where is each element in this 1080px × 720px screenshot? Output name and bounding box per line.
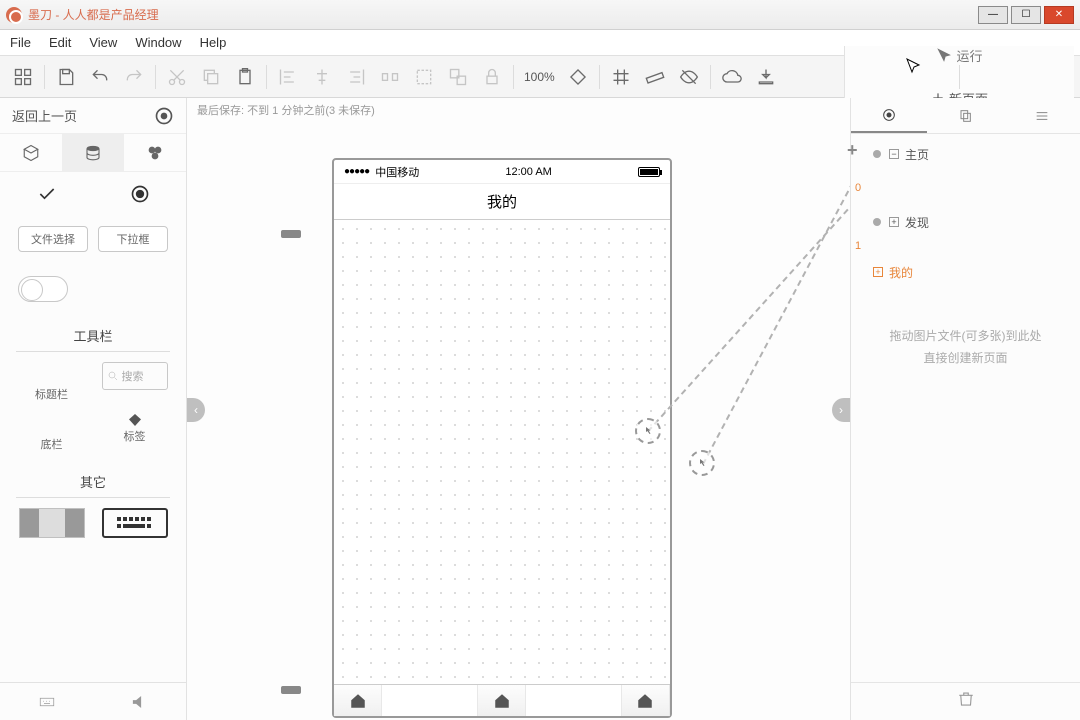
phone-navbar[interactable]: 我的 (334, 184, 670, 220)
trash-icon[interactable] (957, 690, 975, 713)
collapse-right-button[interactable]: › (832, 398, 850, 422)
hotspot-icon[interactable] (635, 418, 661, 444)
left-panel: 返回上一页 文件选择 下拉框 工具栏 标题栏 搜索 底栏 (0, 98, 187, 720)
window-title: 墨刀 - 人人都是产品经理 (28, 6, 159, 23)
grid-toggle-icon[interactable] (604, 60, 638, 94)
link-line (702, 173, 850, 465)
close-button[interactable]: ✕ (1044, 6, 1074, 24)
tab-data-icon[interactable] (62, 134, 124, 171)
group-icon[interactable] (407, 60, 441, 94)
app-icon (6, 7, 22, 23)
window-titlebar: 墨刀 - 人人都是产品经理 — ☐ ✕ (0, 0, 1080, 30)
menu-view[interactable]: View (89, 35, 117, 50)
tab-assets-icon[interactable] (124, 134, 186, 171)
tab-item-home3-icon[interactable] (622, 685, 670, 716)
rotate-icon[interactable] (561, 60, 595, 94)
titlebar-widget[interactable]: 标题栏 (14, 362, 89, 402)
distribute-icon[interactable] (373, 60, 407, 94)
menu-file[interactable]: File (10, 35, 31, 50)
page-item-spacer: 0 (851, 168, 1080, 208)
undo-icon[interactable] (83, 60, 117, 94)
ungroup-icon[interactable] (441, 60, 475, 94)
page-item-home[interactable]: −主页 (851, 140, 1080, 168)
carrier-label: 中国移动 (375, 164, 419, 180)
right-tab-layers-icon[interactable] (927, 98, 1003, 133)
collapse-left-button[interactable]: ‹ (187, 398, 205, 422)
phone-body[interactable] (336, 222, 668, 684)
dropzone[interactable]: 拖动图片文件(可多张)到此处 直接创建新页面 (861, 326, 1070, 369)
section-toolbar-label: 工具栏 (16, 320, 170, 352)
tab-item-blank2[interactable] (526, 685, 622, 716)
toolbar: 100% 运行 新页面 (0, 56, 1080, 98)
back-link[interactable]: 返回上一页 (12, 106, 154, 125)
right-panel: + −主页 0 +发现 1 +我的 拖动图片文件(可多张)到此处 直接创建新页面 (850, 98, 1080, 720)
target-icon[interactable] (154, 106, 174, 126)
phone-tabbar[interactable] (334, 684, 670, 716)
download-icon[interactable] (749, 60, 783, 94)
menu-window[interactable]: Window (135, 35, 181, 50)
menu-help[interactable]: Help (200, 35, 227, 50)
ruler-mark[interactable] (281, 230, 301, 238)
keyboard-footer-icon[interactable] (0, 693, 93, 711)
save-icon[interactable] (49, 60, 83, 94)
cloud-icon[interactable] (715, 60, 749, 94)
page-title: 我的 (487, 191, 517, 212)
file-select-widget[interactable]: 文件选择 (18, 226, 88, 252)
tab-item-home2-icon[interactable] (478, 685, 526, 716)
visibility-icon[interactable] (672, 60, 706, 94)
tab-components-icon[interactable] (0, 134, 62, 171)
checkmark-icon[interactable] (0, 184, 93, 204)
align-right-icon[interactable] (339, 60, 373, 94)
page-item-spacer2: 1 (851, 236, 1080, 258)
grid-icon[interactable] (6, 60, 40, 94)
canvas[interactable]: 最后保存: 不到 1 分钟之前(3 未保存) ‹ › ●●●●● 中国移动 12… (187, 98, 850, 720)
dropdown-widget[interactable]: 下拉框 (98, 226, 168, 252)
search-widget[interactable]: 搜索 (97, 362, 172, 402)
save-status: 最后保存: 不到 1 分钟之前(3 未保存) (187, 98, 850, 120)
align-center-icon[interactable] (305, 60, 339, 94)
tab-item-blank[interactable] (382, 685, 478, 716)
slot-widget[interactable] (14, 508, 89, 538)
battery-icon (638, 167, 660, 177)
keyboard-widget[interactable] (97, 508, 172, 538)
maximize-button[interactable]: ☐ (1011, 6, 1041, 24)
page-item-discover[interactable]: +发现 (851, 208, 1080, 236)
phone-mockup[interactable]: ●●●●● 中国移动 12:00 AM 我的 (332, 158, 672, 718)
align-left-icon[interactable] (271, 60, 305, 94)
right-tab-target-icon[interactable] (851, 98, 927, 133)
ruler-icon[interactable] (638, 60, 672, 94)
cut-icon[interactable] (160, 60, 194, 94)
tag-widget[interactable]: 标签 (97, 412, 172, 452)
right-tab-menu-icon[interactable] (1004, 98, 1080, 133)
redo-icon[interactable] (117, 60, 151, 94)
run-label: 运行 (956, 46, 982, 65)
paste-icon[interactable] (228, 60, 262, 94)
link-line (647, 141, 850, 432)
radio-icon[interactable] (93, 184, 186, 204)
minimize-button[interactable]: — (978, 6, 1008, 24)
tab-item-home-icon[interactable] (334, 685, 382, 716)
ruler-mark[interactable] (281, 686, 301, 694)
run-button[interactable]: 运行 (928, 46, 990, 65)
megaphone-icon[interactable] (93, 693, 186, 711)
zoom-level[interactable]: 100% (518, 70, 561, 84)
signal-icon: ●●●●● (344, 166, 369, 177)
phone-statusbar: ●●●●● 中国移动 12:00 AM (334, 160, 670, 184)
menu-edit[interactable]: Edit (49, 35, 71, 50)
page-item-mine[interactable]: +我的 (851, 258, 1080, 286)
time-label: 12:00 AM (419, 166, 638, 178)
toggle-widget[interactable] (18, 276, 68, 302)
section-other-label: 其它 (16, 466, 170, 498)
hotspot-icon[interactable] (689, 450, 715, 476)
lock-icon[interactable] (475, 60, 509, 94)
bottombar-widget[interactable]: 底栏 (14, 412, 89, 452)
copy-icon[interactable] (194, 60, 228, 94)
